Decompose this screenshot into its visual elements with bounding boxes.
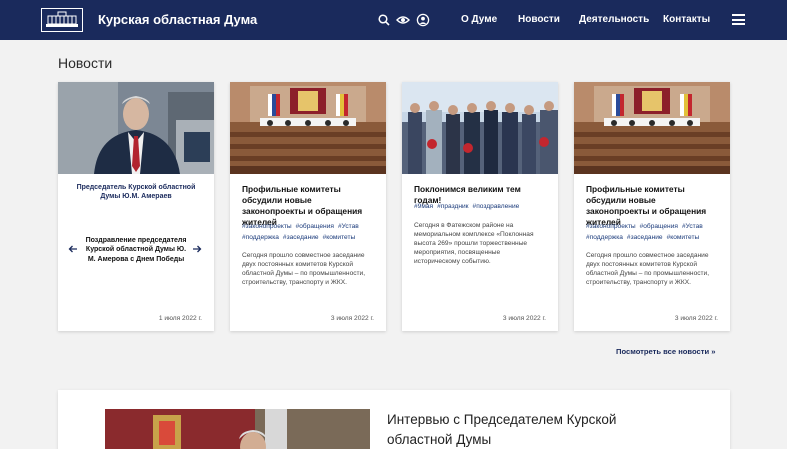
arrow-right-icon[interactable]: [192, 244, 202, 254]
news-excerpt: Сегодня в Фатежском районе на мемориальн…: [414, 222, 534, 265]
tag[interactable]: #Устав: [338, 223, 359, 230]
memorial-ceremony-photo: [402, 82, 558, 174]
news-date: 3 июля 2022 г.: [330, 315, 374, 322]
tag[interactable]: #комитеты: [323, 234, 356, 241]
site-title[interactable]: Курская областная Дума: [98, 12, 257, 27]
news-excerpt: Сегодня прошло совместное заседание двух…: [586, 252, 710, 286]
committee-hall-photo: [574, 82, 730, 174]
interview-photo: [105, 409, 370, 449]
news-tags: #законопроекты #обращения #Устав #поддержк…: [586, 222, 722, 243]
all-news-label: Посмотреть все новости: [616, 347, 710, 356]
tag[interactable]: #заседание: [627, 234, 663, 241]
user-icon[interactable]: [416, 13, 430, 27]
all-news-link[interactable]: Посмотреть все новости »: [616, 347, 716, 356]
news-section-title: Новости: [58, 55, 113, 71]
chairman-photo: [58, 82, 214, 174]
news-date: 3 июля 2022 г.: [502, 315, 546, 322]
news-card[interactable]: Профильные комитеты обсудили новые закон…: [574, 82, 730, 331]
tag[interactable]: #комитеты: [667, 234, 700, 241]
interview-section[interactable]: Интервью с Председателем Курской областн…: [58, 390, 730, 449]
search-icon[interactable]: [377, 13, 391, 27]
news-slider-card[interactable]: Председатель Курской областной Думы Ю.М.…: [58, 82, 214, 331]
eye-icon[interactable]: [396, 13, 410, 27]
news-date: 3 июля 2022 г.: [674, 315, 718, 322]
news-tags: #9мая #праздник #поздравление: [414, 202, 550, 213]
slider-news-title[interactable]: Поздравление председателя Курской област…: [82, 236, 190, 264]
nav-contacts[interactable]: Контакты: [663, 14, 710, 25]
tag[interactable]: #обращения: [640, 223, 678, 230]
tag[interactable]: #законопроекты: [242, 223, 292, 230]
tag[interactable]: #законопроекты: [586, 223, 636, 230]
news-excerpt: Сегодня прошло совместное заседание двух…: [242, 252, 366, 286]
news-card[interactable]: Поклонимся великим тем годам! #9мая #праз…: [402, 82, 558, 331]
tag[interactable]: #поддержка: [586, 234, 623, 241]
site-header: Курская областная Дума О Думе Новости Де…: [0, 0, 787, 40]
menu-icon[interactable]: [732, 14, 745, 25]
interview-title[interactable]: Интервью с Председателем Курской областн…: [387, 410, 657, 449]
nav-about[interactable]: О Думе: [461, 14, 497, 25]
tag[interactable]: #праздник: [437, 203, 468, 210]
slider-photo-caption: Председатель Курской областной Думы Ю.М.…: [76, 184, 196, 201]
news-card[interactable]: Профильные комитеты обсудили новые закон…: [230, 82, 386, 331]
arrow-left-icon[interactable]: [68, 244, 78, 254]
duma-logo[interactable]: [41, 8, 83, 32]
committee-hall-photo: [230, 82, 386, 174]
news-tags: #законопроекты #обращения #Устав #поддержк…: [242, 222, 378, 243]
tag[interactable]: #Устав: [682, 223, 703, 230]
tag[interactable]: #заседание: [283, 234, 319, 241]
tag[interactable]: #поддержка: [242, 234, 279, 241]
tag[interactable]: #обращения: [296, 223, 334, 230]
double-chevron-right-icon: »: [711, 347, 716, 356]
tag[interactable]: #9мая: [414, 203, 433, 210]
news-date: 1 июля 2022 г.: [158, 315, 202, 322]
nav-news[interactable]: Новости: [518, 14, 560, 25]
nav-activity[interactable]: Деятельность: [579, 14, 649, 25]
tag[interactable]: #поздравление: [473, 203, 520, 210]
